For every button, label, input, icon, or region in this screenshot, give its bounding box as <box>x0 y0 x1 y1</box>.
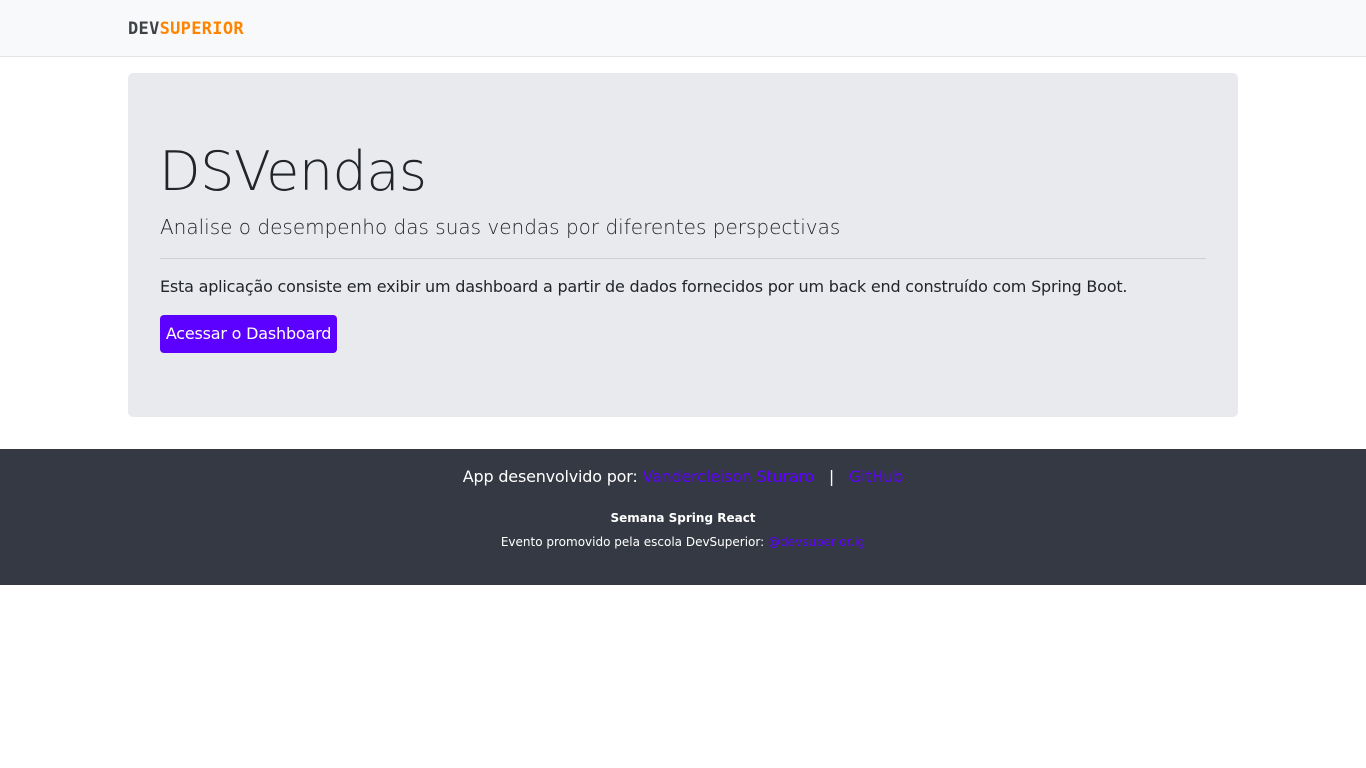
logo-dev-text: DEV <box>128 19 160 39</box>
hero-jumbotron: DSVendas Analise o desempenho das suas v… <box>128 73 1238 417</box>
footer-credits: App desenvolvido por: Vandercleison Stur… <box>0 466 1366 488</box>
developed-by-label: App desenvolvido por: <box>462 467 638 486</box>
page-footer: App desenvolvido por: Vandercleison Stur… <box>0 449 1366 585</box>
footer-separator: | <box>828 467 835 486</box>
divider <box>160 258 1206 259</box>
page-subtitle: Analise o desempenho das suas vendas por… <box>160 215 841 239</box>
app-description: Esta aplicação consiste em exibir um das… <box>160 277 1128 296</box>
github-link[interactable]: GitHub <box>849 467 903 486</box>
event-name: Semana Spring React <box>610 511 756 525</box>
logo-superior-text: SUPERIOR <box>159 19 244 39</box>
top-navbar: DEVSUPERIOR <box>0 0 1366 57</box>
page-title: DSVendas <box>159 140 427 203</box>
event-text: Evento promovido pela escola DevSuperior… <box>500 535 765 549</box>
devsuperior-logo[interactable]: DEVSUPERIOR <box>128 19 244 39</box>
developer-link[interactable]: Vandercleison Sturaro <box>642 467 814 486</box>
instagram-link[interactable]: @devsuperior.ig <box>768 535 865 549</box>
access-dashboard-button[interactable]: Acessar o Dashboard <box>160 315 337 353</box>
event-info: Evento promovido pela escola DevSuperior… <box>0 534 1366 550</box>
